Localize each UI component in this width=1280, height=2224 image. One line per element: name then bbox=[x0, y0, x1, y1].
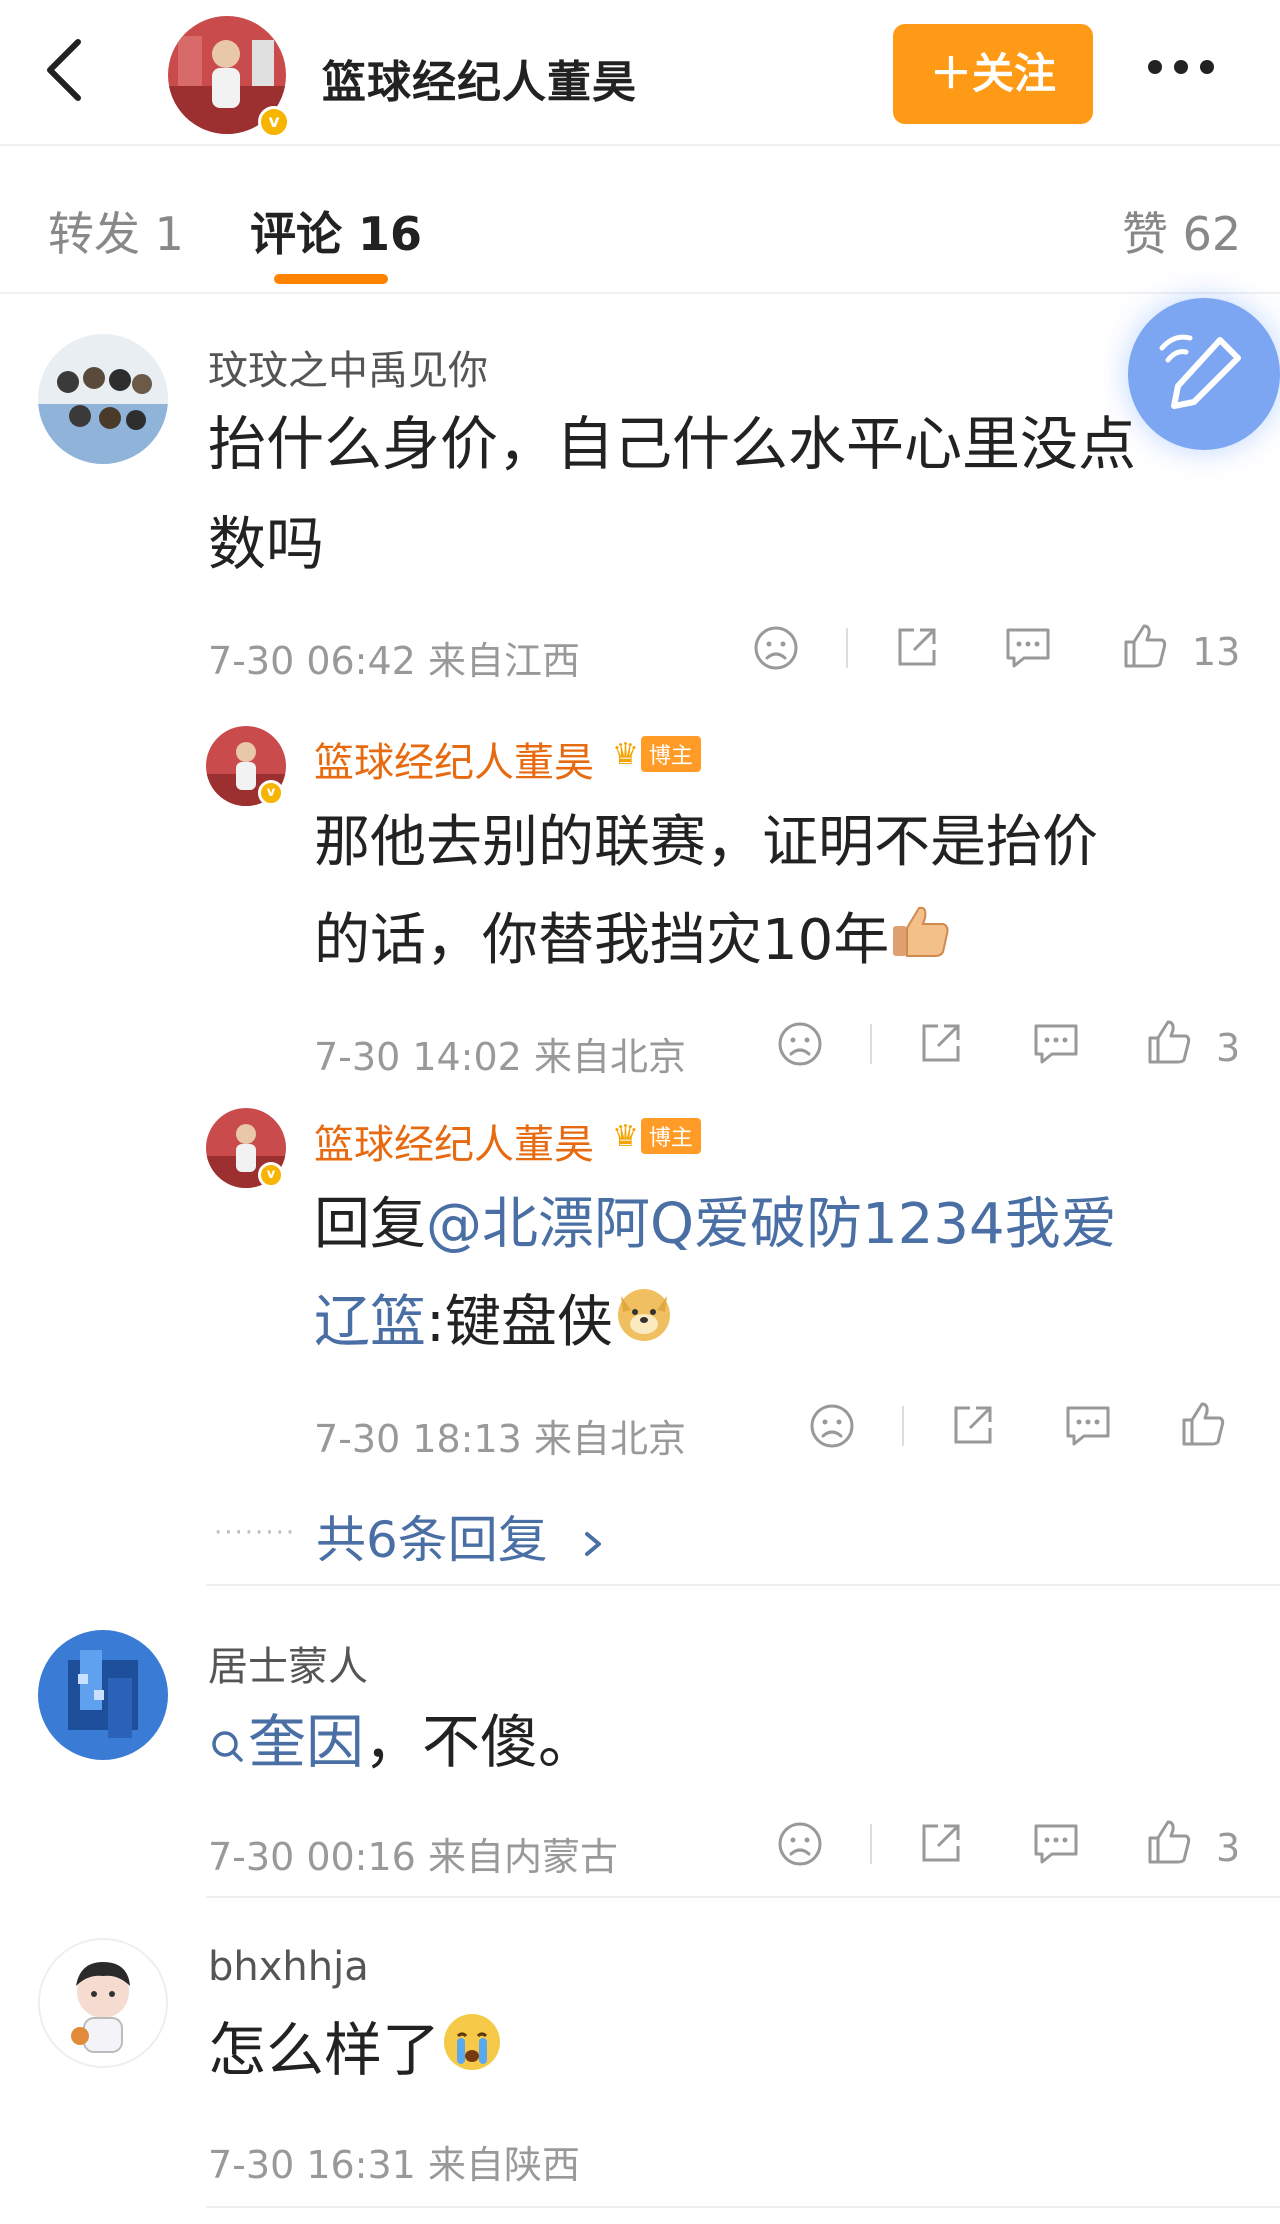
like-count: 3 bbox=[1216, 1826, 1241, 1870]
search-link-text: 奎因 bbox=[248, 1708, 365, 1776]
reply-text-line: 的话，你替我挡灾10年 bbox=[314, 908, 890, 973]
chevron-right-icon bbox=[584, 1531, 601, 1556]
follow-button[interactable]: ＋关注 bbox=[893, 24, 1093, 124]
comment-divider bbox=[206, 1896, 1280, 1898]
comment-time: 7-30 00:16 bbox=[208, 1835, 416, 1879]
more-replies-link[interactable]: 共6条回复 bbox=[316, 1500, 608, 1572]
comment-time: 7-30 16:31 bbox=[208, 2143, 416, 2187]
like-icon[interactable] bbox=[1144, 1816, 1194, 1872]
like-count: 13 bbox=[1192, 630, 1241, 674]
like-icon[interactable] bbox=[1178, 1398, 1228, 1454]
action-divider bbox=[902, 1406, 904, 1446]
verified-badge: v bbox=[258, 1162, 284, 1188]
like-icon[interactable] bbox=[1144, 1016, 1194, 1072]
reply-author[interactable]: 篮球经纪人董昊 bbox=[314, 1112, 594, 1170]
action-divider bbox=[870, 1824, 872, 1864]
verified-badge: v bbox=[258, 780, 284, 806]
share-icon[interactable] bbox=[948, 1400, 998, 1454]
blogger-tag: 博主 bbox=[640, 736, 701, 772]
tab-reposts[interactable]: 转发 1 bbox=[48, 198, 184, 264]
crying-emoji bbox=[440, 2004, 504, 2104]
blogger-badge: ♛ 博主 bbox=[612, 1118, 701, 1154]
blogger-badge: ♛ 博主 bbox=[612, 736, 701, 772]
sad-face-icon[interactable] bbox=[808, 1402, 856, 1454]
blogger-tag: 博主 bbox=[640, 1118, 701, 1154]
comment-icon[interactable] bbox=[1030, 1818, 1082, 1872]
reply-text: 回复@北漂阿Q爱破防1234我爱 辽篮:键盘侠 bbox=[314, 1176, 1280, 1375]
comment-text-body: 怎么样了 bbox=[208, 2016, 441, 2084]
tab-likes[interactable]: 赞 62 bbox=[1122, 198, 1241, 264]
active-tab-indicator bbox=[274, 274, 388, 284]
mention-link[interactable]: @北漂阿Q爱破防1234我爱 bbox=[426, 1192, 1117, 1257]
reply-author[interactable]: 篮球经纪人董昊 bbox=[314, 730, 594, 788]
comment-location: 来自内蒙古 bbox=[427, 1835, 618, 1879]
more-replies-label: 共6条回复 bbox=[316, 1511, 548, 1569]
reply-time: 7-30 18:13 bbox=[314, 1417, 522, 1461]
like-icon[interactable] bbox=[1120, 620, 1170, 676]
share-icon[interactable] bbox=[916, 1818, 966, 1872]
search-link[interactable]: 奎因 bbox=[208, 1708, 364, 1776]
reply-location: 来自北京 bbox=[533, 1417, 686, 1461]
comment-divider bbox=[206, 2206, 1280, 2208]
sad-face-icon[interactable] bbox=[752, 624, 800, 676]
action-divider bbox=[846, 628, 848, 668]
comment-text: 奎因，不傻。 bbox=[208, 1692, 1228, 1792]
reply-text-body: :键盘侠 bbox=[426, 1290, 613, 1355]
share-icon[interactable] bbox=[892, 622, 942, 676]
sad-face-icon[interactable] bbox=[776, 1020, 824, 1072]
comment-text: 怎么样了 bbox=[208, 2000, 1228, 2104]
reply-time: 7-30 14:02 bbox=[314, 1035, 522, 1079]
comment-author[interactable]: 玟玟之中禹见你 bbox=[208, 338, 488, 396]
comment-meta: 7-30 06:42 来自江西 bbox=[208, 630, 580, 685]
reply-prefix: 回复 bbox=[314, 1192, 426, 1257]
comment-icon[interactable] bbox=[1062, 1400, 1114, 1454]
comment-author[interactable]: bhxhhja bbox=[208, 1944, 369, 1990]
reply-location: 来自北京 bbox=[533, 1035, 686, 1079]
comment-text-line: 抬什么身价，自己什么水平心里没点 bbox=[208, 410, 1137, 478]
reply-text: 那他去别的联赛，证明不是抬价 的话，你替我挡灾10年 bbox=[314, 794, 1280, 993]
tab-bar: 转发 1 评论 16 赞 62 bbox=[0, 148, 1280, 294]
verified-badge: v bbox=[258, 106, 290, 138]
account-name[interactable]: 篮球经纪人董昊 bbox=[322, 46, 637, 110]
reply-meta: 7-30 14:02 来自北京 bbox=[314, 1026, 686, 1081]
tab-comments[interactable]: 评论 16 bbox=[250, 198, 422, 264]
top-bar: v 篮球经纪人董昊 ＋关注 bbox=[0, 0, 1280, 146]
commenter-avatar[interactable] bbox=[38, 1630, 168, 1760]
commenter-avatar[interactable] bbox=[38, 1938, 168, 2068]
comment-meta: 7-30 00:16 来自内蒙古 bbox=[208, 1826, 618, 1881]
comment-text: 抬什么身价，自己什么水平心里没点 数吗 bbox=[208, 394, 1228, 594]
mention-link[interactable]: 辽篮 bbox=[314, 1290, 426, 1355]
search-icon bbox=[212, 1731, 243, 1762]
more-icon[interactable] bbox=[1148, 60, 1214, 74]
crown-icon: ♛ bbox=[612, 736, 639, 772]
comment-icon[interactable] bbox=[1030, 1018, 1082, 1072]
doge-emoji bbox=[613, 1277, 675, 1375]
thumbs-up-emoji bbox=[889, 895, 953, 993]
comment-location: 来自江西 bbox=[427, 639, 580, 683]
comment-author[interactable]: 居士蒙人 bbox=[208, 1634, 368, 1692]
replies-guide-line: ········ bbox=[214, 1518, 297, 1548]
crown-icon: ♛ bbox=[612, 1118, 639, 1154]
comment-meta: 7-30 16:31 来自陕西 bbox=[208, 2134, 580, 2189]
comment-text-line: 数吗 bbox=[208, 510, 325, 578]
back-arrow-icon[interactable] bbox=[38, 30, 98, 110]
commenter-avatar[interactable] bbox=[38, 334, 168, 464]
sad-face-icon[interactable] bbox=[776, 1820, 824, 1872]
like-count: 3 bbox=[1216, 1026, 1241, 1070]
comment-icon[interactable] bbox=[1002, 622, 1054, 676]
comment-location: 来自陕西 bbox=[427, 2143, 580, 2187]
comment-time: 7-30 06:42 bbox=[208, 639, 416, 683]
share-icon[interactable] bbox=[916, 1018, 966, 1072]
comment-text-body: ，不傻。 bbox=[364, 1708, 597, 1776]
action-divider bbox=[870, 1024, 872, 1064]
reply-meta: 7-30 18:13 来自北京 bbox=[314, 1408, 686, 1463]
comment-divider bbox=[206, 1584, 1280, 1586]
reply-text-line: 那他去别的联赛，证明不是抬价 bbox=[314, 810, 1098, 875]
